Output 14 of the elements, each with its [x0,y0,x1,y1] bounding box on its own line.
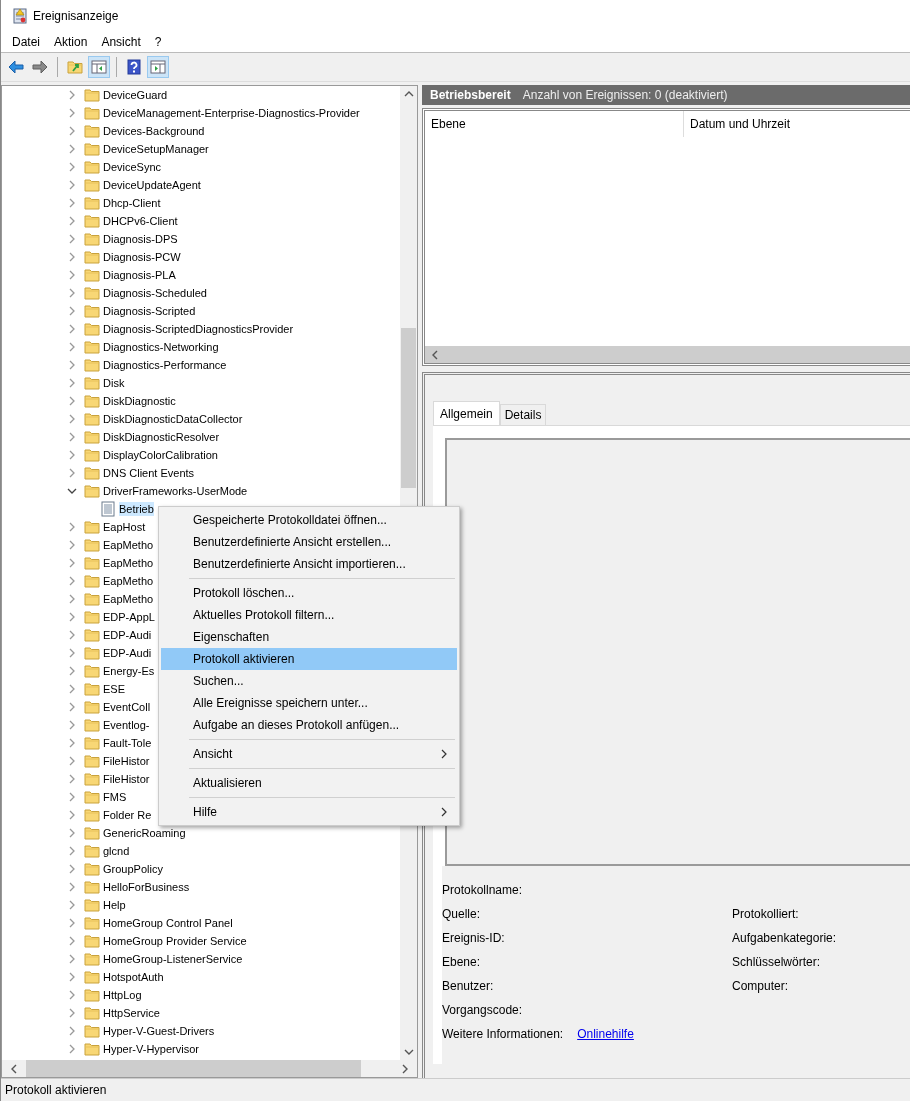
field-label: Ereignis-ID: [442,931,506,945]
field-label: Aufgabenkategorie: [732,931,838,945]
field-label: Computer: [732,979,790,993]
field-label: Ebene: [442,955,482,969]
field-label: Schlüsselwörter: [732,955,822,969]
event-count: Anzahl von Ereignissen: 0 (deaktiviert) [522,88,728,102]
window-title: Ereignisanzeige [33,9,119,23]
field-label: Protokolliert: [732,907,800,921]
field-label: Weitere Informationen: [442,1027,564,1041]
field-label: Protokollname: [442,883,524,897]
log-title: Betriebsbereit [430,88,511,102]
field-label: Benutzer: [442,979,495,993]
field-label: Quelle: [442,907,482,921]
field-label: Vorgangscode: [442,1003,524,1017]
